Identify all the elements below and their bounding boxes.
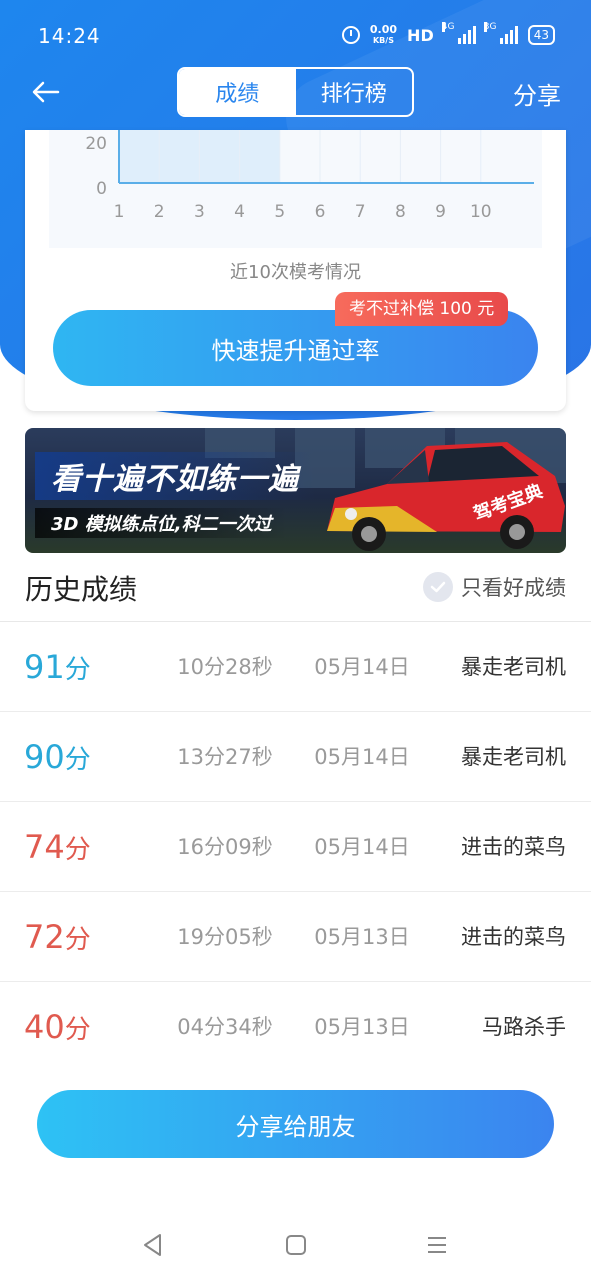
top-nav: 成绩 排行榜 分享 — [0, 66, 591, 118]
signal-4g-label: 4G — [441, 22, 455, 32]
nav-menu-icon[interactable] — [424, 1232, 450, 1258]
x-tick-label: 7 — [355, 202, 366, 222]
y-tick-label: 0 — [96, 179, 107, 199]
rank-title: 暴走老司机 — [461, 745, 566, 769]
rank-title: 进击的菜鸟 — [461, 835, 566, 859]
alarm-icon — [341, 26, 360, 44]
signal-3g-icon: 3G — [483, 22, 518, 44]
duration: 10分28秒 — [177, 655, 273, 679]
rank-title: 暴走老司机 — [461, 655, 566, 679]
rank-title: 马路杀手 — [482, 1015, 566, 1039]
share-button[interactable]: 分享 — [513, 76, 561, 111]
history-title: 历史成绩 — [25, 573, 138, 606]
status-time: 14:24 — [38, 24, 101, 48]
tab-ranking[interactable]: 排行榜 — [296, 69, 413, 115]
score: 40 分 — [24, 1008, 91, 1046]
compensation-badge: 考不过补偿 100 元 — [335, 292, 509, 326]
x-tick-label: 4 — [234, 202, 245, 222]
x-tick-label: 6 — [315, 202, 326, 222]
score: 72 分 — [24, 918, 91, 956]
history-row[interactable]: 72 分 19分05秒 05月13日 进击的菜鸟 — [0, 892, 591, 982]
x-tick-label: 5 — [274, 202, 285, 222]
history-row[interactable]: 90 分 13分27秒 05月14日 暴走老司机 — [0, 712, 591, 802]
nav-back-icon[interactable] — [140, 1232, 166, 1258]
mock-exam-chart: 20 01 2 3 4 5 6 7 8 9 10 — [85, 130, 534, 222]
history-list: 91 分 10分28秒 05月14日 暴走老司机 90 分 13分27秒 05月14… — [0, 622, 591, 1072]
duration: 13分27秒 — [177, 745, 273, 769]
duration: 16分09秒 — [177, 835, 273, 859]
hd-icon: HD — [407, 25, 434, 45]
promo-banner[interactable]: 驾考宝典 看十遍不如练一遍 3D 模拟练点位,科二一次过 — [25, 428, 566, 553]
good-scores-label: 只看好成绩 — [461, 576, 566, 600]
system-nav-bar — [0, 1220, 591, 1270]
network-speed-unit: KB/S — [372, 36, 394, 45]
status-bar: 14:24 0.00 KB/S HD 4G 3G 43 — [0, 0, 591, 70]
signal-3g-label: 3G — [483, 22, 497, 32]
x-tick-label: 10 — [470, 202, 492, 222]
signal-4g-icon: 4G — [441, 22, 476, 44]
duration: 19分05秒 — [177, 925, 273, 949]
nav-home-icon[interactable] — [283, 1232, 309, 1258]
banner-subtitle: 3D 模拟练点位,科二一次过 — [35, 508, 288, 538]
good-scores-filter[interactable]: 只看好成绩 — [423, 572, 566, 602]
exam-date: 05月14日 — [314, 745, 410, 769]
battery-icon: 43 — [527, 25, 555, 45]
score: 91 分 — [24, 648, 91, 686]
exam-date: 05月14日 — [314, 835, 410, 859]
chart-title: 近10次模考情况 — [230, 262, 361, 283]
tab-switcher: 成绩 排行榜 — [177, 67, 414, 117]
history-row[interactable]: 40 分 04分34秒 05月13日 马路杀手 — [0, 982, 591, 1072]
score: 74 分 — [24, 828, 91, 866]
duration: 04分34秒 — [177, 1015, 273, 1039]
history-row[interactable]: 91 分 10分28秒 05月14日 暴走老司机 — [0, 622, 591, 712]
status-icons: 0.00 KB/S HD 4G 3G 43 — [341, 22, 555, 46]
tab-score[interactable]: 成绩 — [179, 69, 296, 115]
back-arrow-icon[interactable] — [28, 74, 64, 110]
history-row[interactable]: 74 分 16分09秒 05月14日 进击的菜鸟 — [0, 802, 591, 892]
rank-title: 进击的菜鸟 — [461, 925, 566, 949]
network-speed-value: 0.00 — [369, 23, 398, 36]
network-speed: 0.00 KB/S — [370, 24, 397, 46]
share-to-friends-button[interactable]: 分享给朋友 — [37, 1090, 554, 1158]
y-tick-label: 20 — [85, 134, 107, 154]
banner-title: 看十遍不如练一遍 — [35, 452, 315, 500]
exam-date: 05月13日 — [314, 1015, 410, 1039]
chart-area: 20 0 1 2 3 4 5 6 7 8 9 10 — [49, 130, 542, 248]
x-tick-label: 2 — [154, 202, 165, 222]
car-image: 驾考宝典 — [327, 442, 565, 551]
score-card: 20 0 1 2 3 4 5 6 7 8 9 10 近10次模考情况 快速提升通过率 考不过补偿 10… — [25, 130, 566, 411]
score: 90 分 — [24, 738, 91, 776]
x-tick-label: 3 — [194, 202, 205, 222]
exam-date: 05月14日 — [314, 655, 410, 679]
x-tick-label: 8 — [395, 202, 406, 222]
check-icon[interactable] — [423, 572, 453, 602]
exam-date: 05月13日 — [314, 925, 410, 949]
x-tick-label: 1 — [114, 202, 125, 222]
x-tick-label: 9 — [435, 202, 446, 222]
